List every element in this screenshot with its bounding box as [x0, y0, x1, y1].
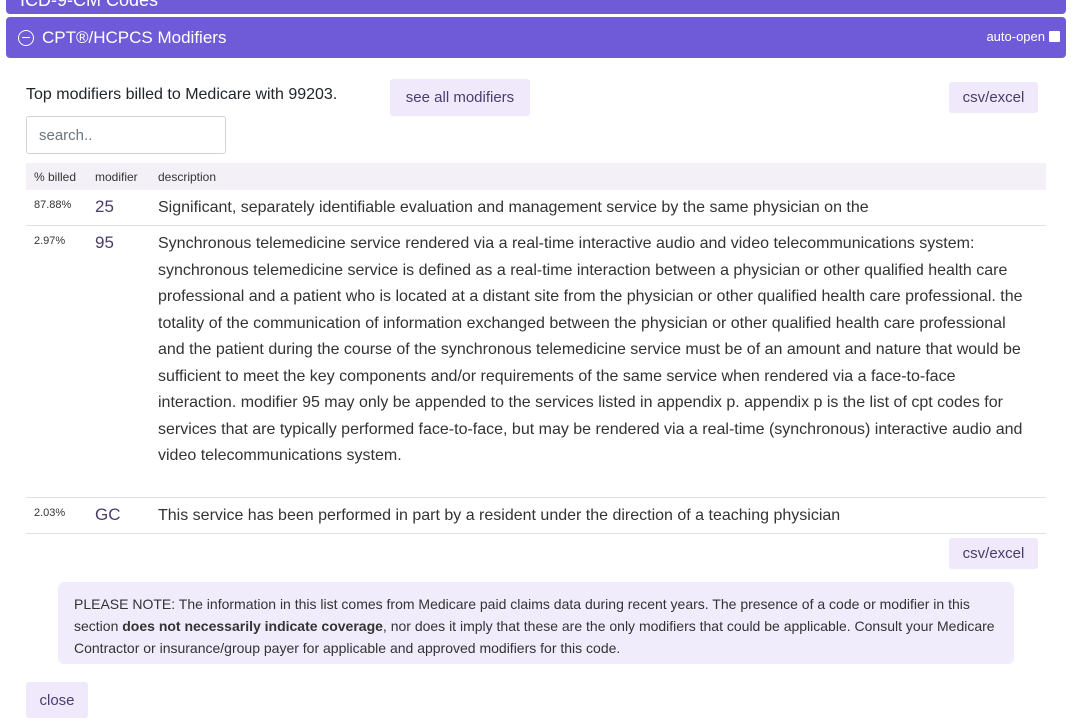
pct-billed-cell: 87.88% [34, 199, 72, 211]
description-cell: This service has been performed in part … [158, 507, 841, 524]
auto-open-label: auto-open [986, 29, 1045, 44]
modifiers-panel-header[interactable]: CPT®/HCPCS Modifiers auto-open [6, 17, 1066, 58]
modifiers-table: % billed modifier description 87.88% 25 … [26, 163, 1046, 534]
table-row: 87.88% 25 Significant, separately identi… [26, 190, 1046, 226]
pct-billed-cell: 2.97% [34, 235, 66, 247]
coverage-note: PLEASE NOTE: The information in this lis… [58, 582, 1014, 664]
auto-open-toggle[interactable]: auto-open [986, 29, 1060, 44]
modifier-cell: GC [95, 505, 121, 524]
table-row: 2.03% GC This service has been performed… [26, 498, 1046, 534]
note-bold-text: does not necessarily indicate coverage [122, 618, 383, 634]
auto-open-checkbox[interactable] [1049, 31, 1060, 42]
csv-excel-button-top[interactable]: csv/excel [949, 82, 1038, 113]
description-cell: Significant, separately identifiable eva… [158, 199, 869, 216]
icd9-panel-header[interactable]: ICD-9-CM Codes + [6, 0, 1066, 14]
expand-icon[interactable]: + [1044, 0, 1052, 4]
modifier-cell: 95 [95, 233, 114, 252]
close-button[interactable]: close [26, 682, 88, 718]
description-cell: Synchronous telemedicine service rendere… [158, 235, 1023, 464]
icd9-panel-title: ICD-9-CM Codes [20, 0, 159, 10]
see-all-modifiers-button[interactable]: see all modifiers [390, 79, 530, 116]
search-input[interactable] [26, 116, 226, 154]
intro-text: Top modifiers billed to Medicare with 99… [26, 86, 338, 103]
table-row: 2.97% 95 Synchronous telemedicine servic… [26, 226, 1046, 498]
header-pct-billed[interactable]: % billed [26, 170, 86, 184]
header-modifier[interactable]: modifier [86, 170, 150, 184]
collapse-circle-minus-icon[interactable] [18, 29, 34, 46]
header-description[interactable]: description [150, 170, 1046, 184]
table-header: % billed modifier description [26, 163, 1046, 190]
modifier-cell: 25 [95, 197, 114, 216]
pct-billed-cell: 2.03% [34, 507, 66, 519]
panel-title: CPT®/HCPCS Modifiers [42, 27, 227, 47]
csv-excel-button-bottom[interactable]: csv/excel [949, 538, 1038, 569]
